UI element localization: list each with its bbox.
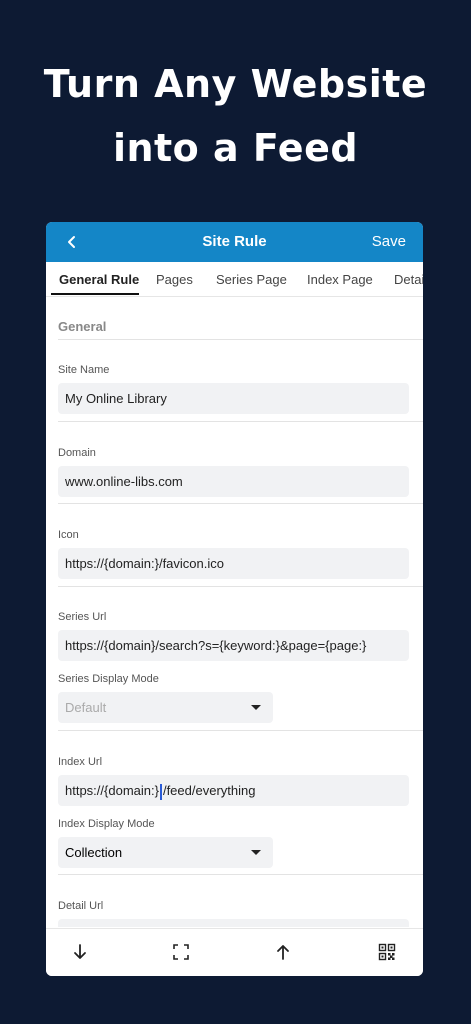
text-cursor — [159, 783, 162, 800]
site-name-label: Site Name — [58, 364, 110, 376]
divider — [58, 586, 423, 587]
promo-headline-line1: Turn Any Website — [43, 62, 428, 106]
series-url-label: Series Url — [58, 611, 107, 623]
series-display-mode-select[interactable]: Default — [58, 692, 273, 723]
divider — [58, 503, 423, 504]
tab-index-page[interactable]: Index Page — [307, 272, 373, 287]
index-url-label: Index Url — [58, 756, 103, 768]
divider — [58, 730, 423, 731]
promo-headline-line2: into a Feed — [112, 126, 359, 170]
active-tab-indicator — [51, 293, 139, 295]
divider — [58, 339, 423, 340]
app-bar: Site Rule Save — [46, 222, 423, 262]
tab-series-page[interactable]: Series Page — [216, 272, 287, 287]
tab-detail[interactable]: Detai — [394, 272, 423, 287]
site-name-field[interactable]: My Online Library — [58, 383, 409, 414]
divider — [58, 874, 423, 875]
detail-url-label: Detail Url — [58, 900, 104, 912]
index-display-mode-select[interactable]: Collection — [58, 837, 273, 868]
qr-code-icon[interactable] — [378, 943, 396, 961]
index-display-mode-value: Collection — [65, 845, 123, 860]
index-url-field[interactable]: https://{domain:}/feed/everything — [58, 775, 409, 806]
tab-general-rule[interactable]: General Rule — [59, 272, 139, 287]
index-url-text-after-cursor: /feed/everything — [162, 783, 256, 798]
bottom-toolbar — [46, 928, 423, 976]
caret-down-icon — [251, 705, 261, 710]
icon-url-label: Icon — [58, 529, 79, 541]
index-display-mode-label: Index Display Mode — [58, 818, 155, 830]
tab-pages[interactable]: Pages — [156, 272, 193, 287]
index-url-text-before-cursor: https://{domain:} — [65, 783, 159, 798]
form-content: General Site Name My Online Library Doma… — [46, 297, 423, 927]
detail-url-field[interactable] — [58, 919, 409, 927]
section-title: General — [58, 319, 107, 334]
arrow-up-icon[interactable] — [274, 943, 292, 961]
page-title: Site Rule — [202, 233, 267, 250]
save-button[interactable]: Save — [372, 233, 406, 250]
series-display-mode-label: Series Display Mode — [58, 673, 159, 685]
domain-field[interactable]: www.online-libs.com — [58, 466, 409, 497]
series-display-mode-value: Default — [65, 700, 107, 715]
series-url-field[interactable]: https://{domain}/search?s={keyword:}&pag… — [58, 630, 409, 661]
expand-icon[interactable] — [172, 943, 190, 961]
arrow-down-icon[interactable] — [71, 943, 89, 961]
caret-down-icon — [251, 850, 261, 855]
phone-screen: Site Rule Save General Rule Pages Series… — [46, 222, 423, 976]
icon-url-field[interactable]: https://{domain:}/favicon.ico — [58, 548, 409, 579]
tab-bar: General Rule Pages Series Page Index Pag… — [46, 262, 423, 297]
domain-label: Domain — [58, 447, 96, 459]
divider — [58, 421, 423, 422]
